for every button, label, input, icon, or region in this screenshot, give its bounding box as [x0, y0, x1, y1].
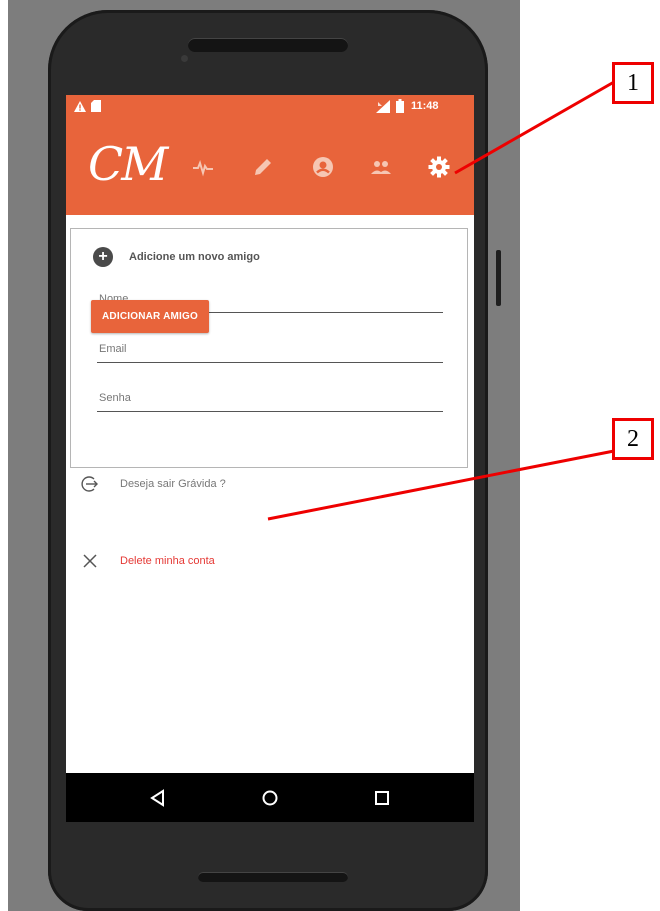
password-input[interactable] [97, 385, 445, 411]
battery-icon [396, 99, 404, 113]
activity-icon[interactable] [189, 153, 217, 181]
exit-pregnant-option[interactable]: Deseja sair Grávida ? [80, 474, 226, 494]
signal-icon [376, 100, 390, 113]
add-friend-title: Adicione um novo amigo [129, 251, 260, 263]
delete-account-option[interactable]: Delete minha conta [80, 551, 215, 571]
status-time: 11:48 [411, 100, 439, 112]
close-icon [83, 554, 97, 568]
app-toolbar: CM [66, 119, 474, 215]
status-bar: 11:48 [66, 95, 474, 119]
bottom-speaker [198, 872, 348, 882]
pencil-icon[interactable] [249, 153, 277, 181]
annotation-label-1: 1 [612, 62, 654, 104]
app-logo: CM [88, 137, 168, 191]
front-camera [181, 55, 188, 62]
password-field [97, 385, 445, 412]
back-icon[interactable] [149, 788, 167, 807]
add-friend-header: + Adicione um novo amigo [93, 247, 260, 267]
settings-icon[interactable] [425, 153, 453, 181]
add-circle-icon: + [93, 247, 113, 267]
profile-icon[interactable] [309, 153, 337, 181]
exit-pregnant-label: Deseja sair Grávida ? [120, 478, 226, 490]
delete-account-label: Delete minha conta [120, 555, 215, 567]
email-input[interactable] [97, 336, 445, 362]
add-friend-card: + Adicione um novo amigo [70, 228, 468, 468]
top-speaker [188, 38, 348, 52]
add-friend-button[interactable]: ADICIONAR AMIGO [91, 300, 209, 333]
home-icon[interactable] [261, 789, 279, 807]
sd-card-icon [91, 100, 101, 112]
warning-icon [74, 101, 86, 112]
email-field [97, 336, 445, 363]
app-screen: 11:48 CM + Adicione um novo amigo Nome E… [66, 95, 474, 822]
navigation-bar [66, 773, 474, 822]
volume-button [496, 250, 501, 306]
recents-icon[interactable] [373, 789, 391, 807]
annotation-label-2: 2 [612, 418, 654, 460]
logout-icon [81, 476, 98, 492]
friends-icon[interactable] [367, 153, 395, 181]
